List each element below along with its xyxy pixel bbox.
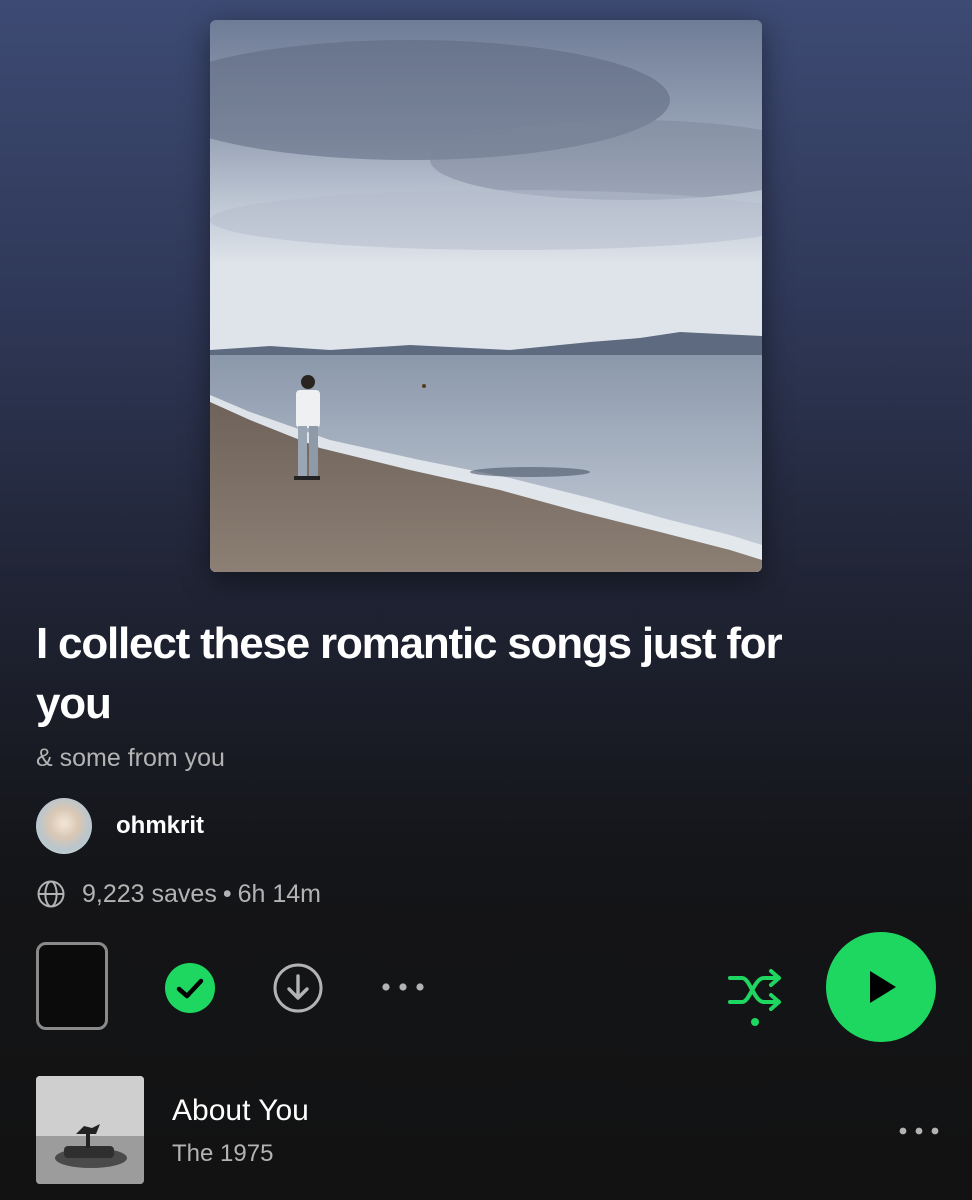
globe-icon [37,880,65,908]
meta-separator: • [222,879,232,908]
playlist-duration: 6h 14m [237,879,321,908]
playlist-cover-image [210,20,762,572]
play-button[interactable] [826,932,936,1042]
playlist-meta: 9,223 saves • 6h 14m [36,879,321,909]
preview-thumbnail-button[interactable] [36,942,108,1030]
owner-name[interactable]: ohmkrit [116,812,204,840]
download-circle-icon[interactable] [272,962,324,1014]
track-row[interactable]: About You The 1975 [36,1076,946,1186]
saves-count: 9,223 saves [82,879,217,908]
playlist-owner[interactable]: ohmkrit [36,798,204,854]
avatar[interactable] [36,798,92,854]
track-artwork [36,1076,144,1184]
track-artist: The 1975 [172,1140,274,1167]
action-bar [0,930,972,1042]
track-more-icon[interactable] [896,1116,942,1146]
more-dots-icon[interactable] [378,972,428,1002]
playlist-description: & some from you [36,744,225,772]
track-title: About You [172,1094,309,1127]
check-circle-icon[interactable] [164,962,216,1014]
shuffle-icon[interactable] [724,960,786,1030]
playlist-cover [210,20,762,572]
playlist-title: I collect these romantic songs just for … [36,619,783,728]
play-icon [870,971,896,1003]
